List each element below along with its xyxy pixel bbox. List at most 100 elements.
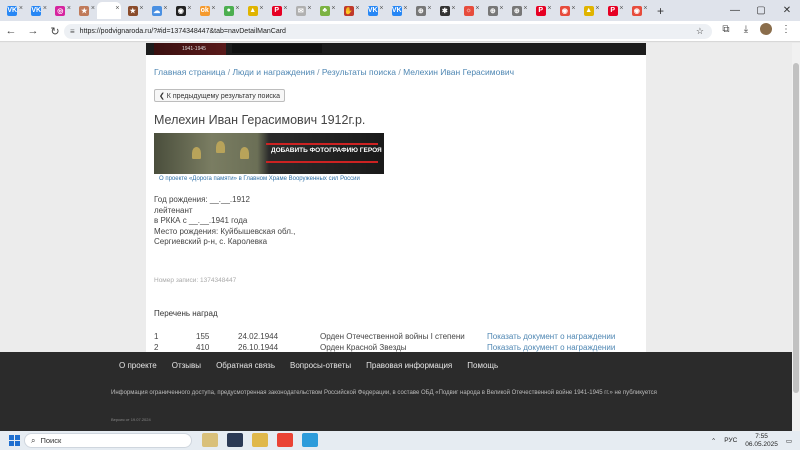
tab-close-icon[interactable]: × — [475, 5, 479, 12]
browser-tab[interactable]: × — [96, 2, 121, 19]
browser-tab[interactable]: ▲ × — [241, 2, 265, 19]
tab-close-icon[interactable]: × — [499, 5, 503, 12]
browser-tab[interactable]: ◉ × — [625, 2, 649, 19]
vk-icon: VK — [31, 5, 42, 16]
browser-tab[interactable]: ◉ × — [553, 2, 577, 19]
browser-tab[interactable]: VK × — [385, 2, 409, 19]
browser-tab[interactable]: ⊕ × — [481, 2, 505, 19]
browser-tab[interactable]: VK × — [25, 2, 49, 19]
browser-tab[interactable]: ● × — [217, 2, 241, 19]
taskbar-app-icon[interactable] — [227, 433, 243, 447]
browser-tab[interactable]: P × — [601, 2, 625, 19]
reload-icon[interactable]: ↻ — [44, 25, 66, 38]
address-bar[interactable]: ≡ https://podvignaroda.ru/?#id=137434844… — [64, 24, 712, 39]
taskbar-clock[interactable]: 7:55 06.05.2025 — [745, 433, 778, 448]
tab-close-icon[interactable]: × — [139, 5, 143, 12]
tab-close-icon[interactable]: × — [331, 5, 335, 12]
browser-tab[interactable]: ◉ × — [169, 2, 193, 19]
tab-close-icon[interactable]: × — [307, 5, 311, 12]
tab-close-icon[interactable]: × — [43, 5, 47, 12]
footer-link-reviews[interactable]: Отзывы — [172, 361, 201, 370]
taskbar-app-icon[interactable] — [252, 433, 268, 447]
browser-tab[interactable]: ★ × — [73, 2, 97, 19]
tab-close-icon[interactable]: × — [19, 5, 23, 12]
browser-tab[interactable]: VK × — [361, 2, 385, 19]
tab-close-icon[interactable]: × — [547, 5, 551, 12]
tab-close-icon[interactable]: × — [427, 5, 431, 12]
tab-close-icon[interactable]: × — [451, 5, 455, 12]
browser-tab[interactable]: ⊕ × — [409, 2, 433, 19]
download-icon[interactable]: ⤓ — [736, 24, 756, 35]
tab-close-icon[interactable]: × — [187, 5, 191, 12]
tab-close-icon[interactable]: × — [523, 5, 527, 12]
page-scrollbar[interactable] — [792, 43, 800, 431]
tab-close-icon[interactable]: × — [571, 5, 575, 12]
back-to-results-button[interactable]: ❮ К предыдущему результату поиска — [154, 89, 285, 102]
browser-tab[interactable]: ✉ × — [289, 2, 313, 19]
maximize-button[interactable]: ▢ — [748, 0, 774, 21]
address-url[interactable]: https://podvignaroda.ru/?#id=1374348447&… — [80, 28, 286, 35]
tab-close-icon[interactable]: × — [283, 5, 287, 12]
browser-tab[interactable]: ▲ × — [577, 2, 601, 19]
tab-close-icon[interactable]: × — [259, 5, 263, 12]
breadcrumb-home[interactable]: Главная страница — [154, 67, 225, 77]
tab-close-icon[interactable]: × — [403, 5, 407, 12]
tab-close-icon[interactable]: × — [643, 5, 647, 12]
footer-link-about[interactable]: О проекте — [119, 361, 157, 370]
tray-chevron-icon[interactable]: ⌃ — [711, 437, 716, 445]
add-photo-banner[interactable]: ДОБАВИТЬ ФОТОГРАФИЮ ГЕРОЯ — [154, 133, 384, 174]
windows-start-icon[interactable] — [9, 435, 23, 446]
taskbar-app-icon[interactable] — [277, 433, 293, 447]
tab-close-icon[interactable]: × — [619, 5, 623, 12]
breadcrumb-current[interactable]: Мелехин Иван Герасимович — [403, 67, 514, 77]
browser-tab[interactable]: ♣ × — [313, 2, 337, 19]
new-tab-button[interactable]: + — [653, 4, 669, 18]
add-photo-button[interactable]: ДОБАВИТЬ ФОТОГРАФИЮ ГЕРОЯ — [271, 147, 382, 154]
taskbar-search[interactable]: ⌕ Поиск — [24, 433, 192, 448]
browser-tab[interactable]: P × — [265, 2, 289, 19]
taskbar-app-icon[interactable] — [302, 433, 318, 447]
back-arrow-icon[interactable]: ← — [0, 25, 22, 37]
bookmark-star-icon[interactable]: ☆ — [696, 26, 704, 37]
taskbar-app-icon[interactable] — [202, 433, 218, 447]
browser-tab[interactable]: VK × — [1, 2, 25, 19]
breadcrumb-people[interactable]: Люди и награждения — [232, 67, 314, 77]
extensions-icon[interactable]: ⧉ — [716, 24, 736, 35]
site-logo[interactable]: 1941-1945 — [154, 43, 226, 55]
menu-dots-icon[interactable]: ⋮ — [776, 24, 796, 35]
footer-link-faq[interactable]: Вопросы-ответы — [290, 361, 351, 370]
footer-link-help[interactable]: Помощь — [467, 361, 498, 370]
footer-link-legal[interactable]: Правовая информация — [366, 361, 452, 370]
tab-close-icon[interactable]: × — [91, 5, 95, 12]
browser-tab[interactable]: ✱ × — [433, 2, 457, 19]
tab-close-icon[interactable]: × — [211, 5, 215, 12]
close-window-button[interactable]: ✕ — [774, 0, 800, 21]
show-award-document-link[interactable]: Показать документ о награждении — [487, 332, 615, 341]
browser-tab[interactable]: ok × — [193, 2, 217, 19]
language-indicator[interactable]: РУС — [724, 437, 737, 444]
browser-tab[interactable]: ☼ × — [457, 2, 481, 19]
project-link[interactable]: О проекте «Дорога памяти» в Главном Храм… — [159, 176, 360, 182]
browser-tab[interactable]: ✋ × — [337, 2, 361, 19]
browser-tab[interactable]: ◎ × — [49, 2, 73, 19]
tab-close-icon[interactable]: × — [595, 5, 599, 12]
tab-close-icon[interactable]: × — [355, 5, 359, 12]
notifications-icon[interactable]: ▭ — [786, 437, 792, 445]
footer-link-feedback[interactable]: Обратная связь — [216, 361, 275, 370]
tab-close-icon[interactable]: × — [379, 5, 383, 12]
site-info-icon[interactable]: ≡ — [70, 27, 75, 36]
show-award-document-link[interactable]: Показать документ о награждении — [487, 343, 615, 352]
breadcrumb-results[interactable]: Результаты поиска — [322, 67, 396, 77]
forward-arrow-icon[interactable]: → — [22, 25, 44, 37]
tab-close-icon[interactable]: × — [67, 5, 71, 12]
scrollbar-thumb[interactable] — [793, 63, 799, 393]
browser-tab[interactable]: ⊕ × — [505, 2, 529, 19]
tab-close-icon[interactable]: × — [235, 5, 239, 12]
tab-close-icon[interactable]: × — [115, 5, 119, 12]
minimize-button[interactable]: — — [722, 0, 748, 21]
browser-tab[interactable]: P × — [529, 2, 553, 19]
browser-tab[interactable]: ★ × — [121, 2, 145, 19]
tab-close-icon[interactable]: × — [163, 5, 167, 12]
profile-avatar[interactable] — [760, 23, 772, 35]
browser-tab[interactable]: ☁ × — [145, 2, 169, 19]
